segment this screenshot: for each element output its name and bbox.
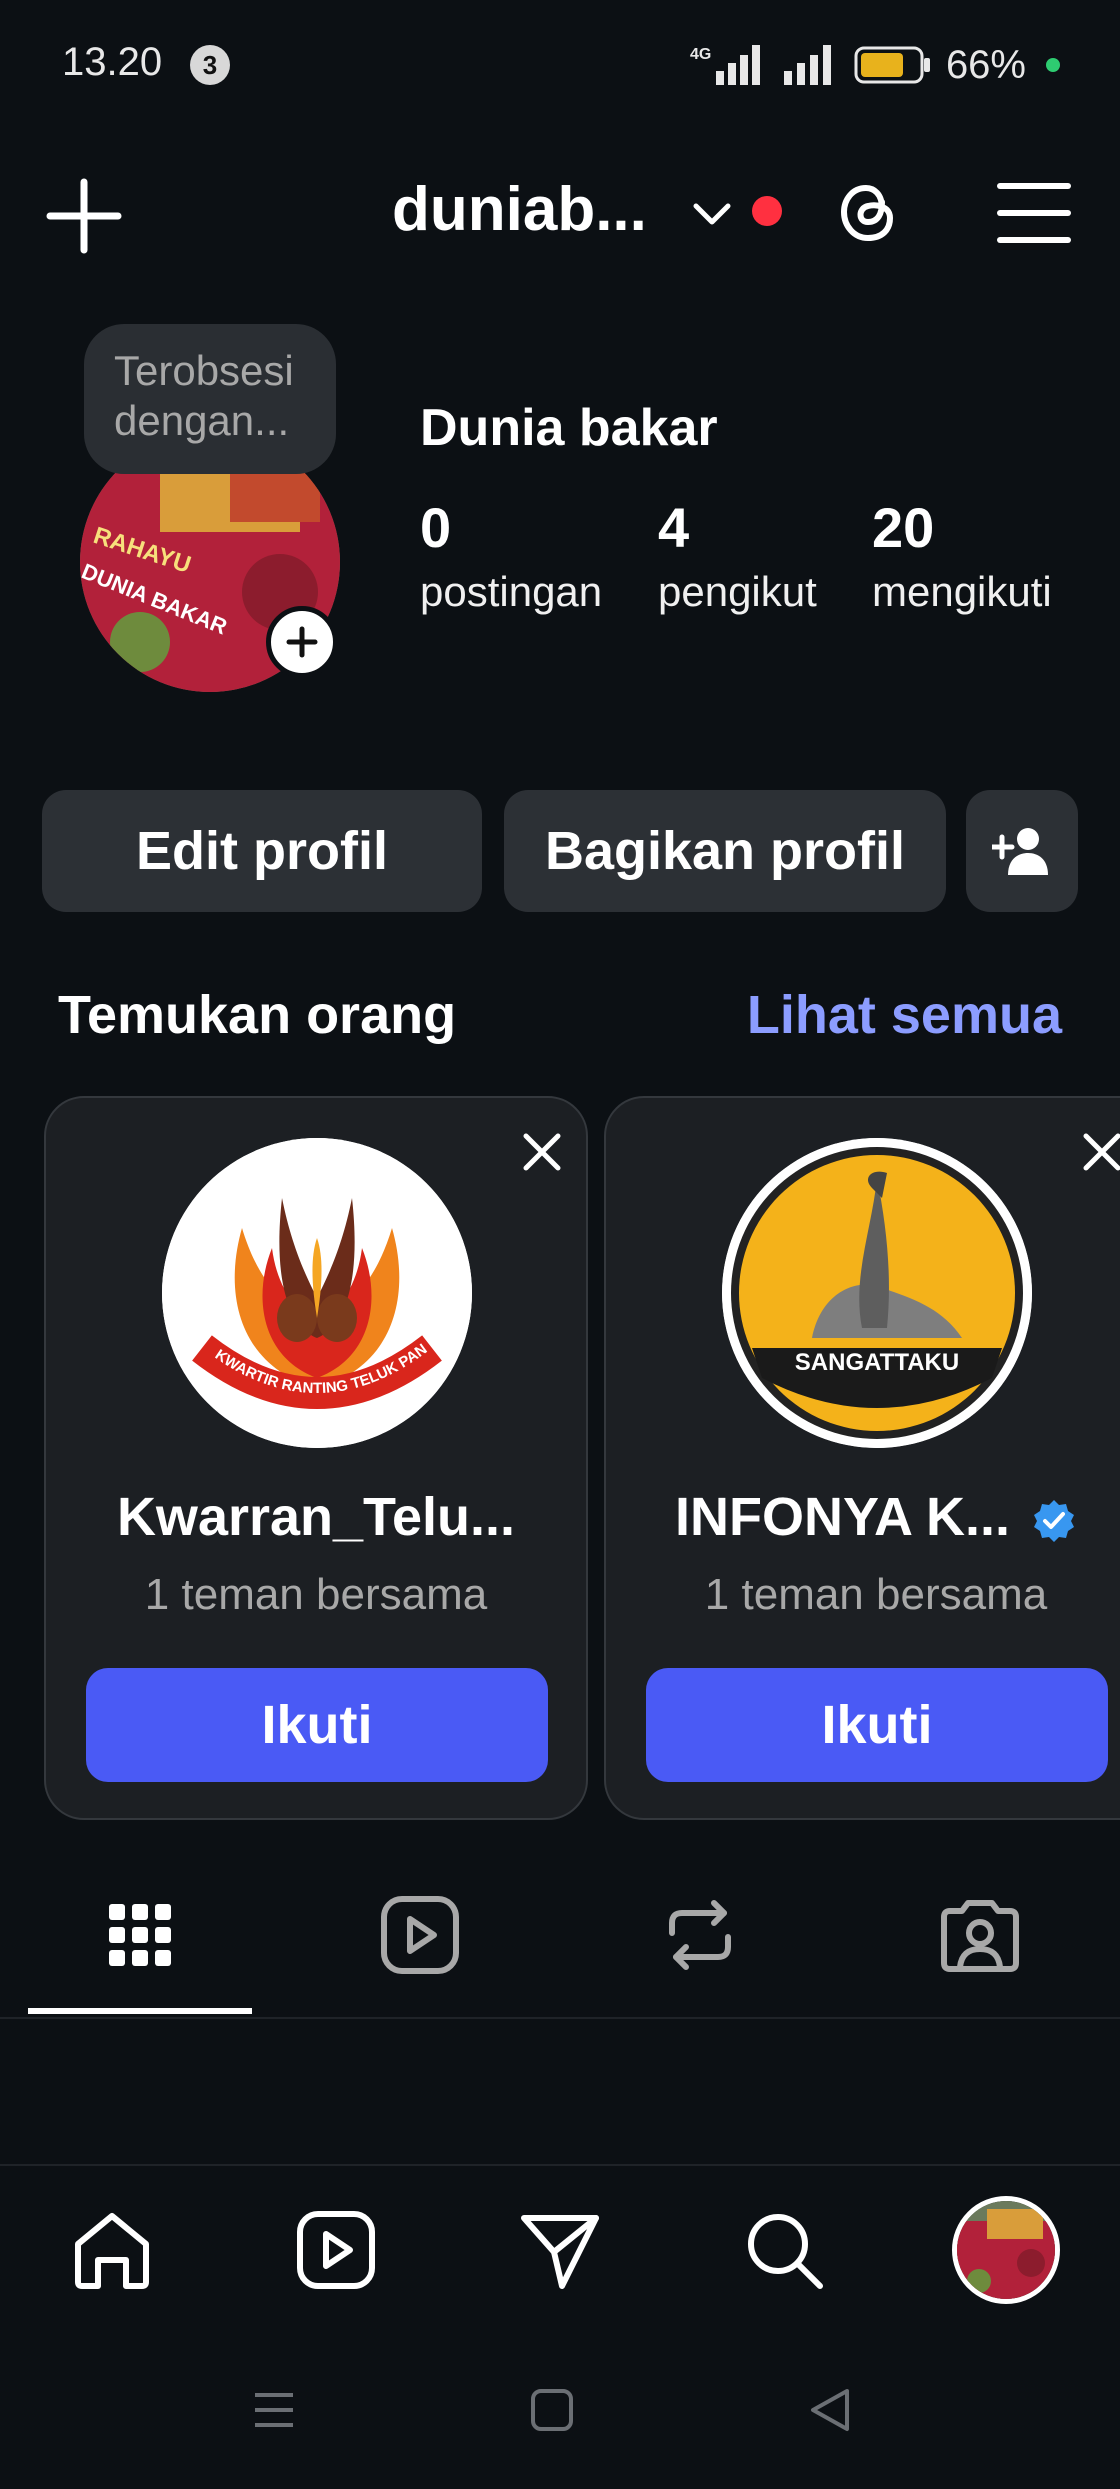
tab-reposts[interactable] — [640, 1880, 760, 1990]
avatar-image — [957, 2201, 1055, 2299]
discover-people-title: Temukan orang — [58, 985, 457, 1045]
battery-percent: 66% — [945, 42, 1026, 87]
profile-note-text: Terobsesi dengan... — [114, 347, 294, 444]
verified-badge-icon — [1034, 1499, 1075, 1542]
account-switcher-username[interactable]: duniab... — [392, 174, 647, 245]
nav-home[interactable] — [62, 2200, 162, 2300]
privacy-indicator-dot — [1046, 58, 1060, 72]
grid-icon — [109, 1904, 171, 1966]
stat-value: 4 — [658, 496, 690, 559]
suggestion-avatar[interactable]: KWARTIR RANTING TELUK PANDAN — [162, 1138, 472, 1448]
system-recents-button[interactable] — [244, 2380, 304, 2440]
plus-icon[interactable] — [44, 176, 124, 256]
status-indicators: 4G 66% — [688, 40, 1060, 90]
tagged-icon — [941, 1900, 1019, 1972]
recents-icon — [255, 2393, 293, 2427]
edit-profile-button[interactable]: Edit profil — [42, 790, 482, 912]
reels-icon — [381, 1896, 459, 1974]
suggestion-name[interactable]: INFONYA K... — [606, 1486, 1120, 1548]
suggestion-card[interactable]: KWARTIR RANTING TELUK PANDAN Kwarran_Tel… — [44, 1096, 588, 1820]
kwarran-logo-image: KWARTIR RANTING TELUK PANDAN — [162, 1138, 472, 1448]
svg-text:SANGATTAKU: SANGATTAKU — [795, 1349, 959, 1376]
add-story-button[interactable] — [266, 606, 338, 678]
active-tab-indicator — [28, 2008, 252, 2014]
send-icon — [521, 2215, 599, 2289]
top-nav: duniab... — [0, 150, 1120, 270]
stat-label: mengikuti — [872, 568, 1052, 615]
status-bar: 13.20 3 4G 66% — [0, 0, 1120, 130]
tab-tagged[interactable] — [920, 1880, 1040, 1990]
home-icon — [75, 2213, 149, 2289]
chevron-down-icon[interactable] — [690, 192, 734, 236]
stat-posts[interactable]: 0 postingan — [420, 496, 602, 620]
reels-icon — [297, 2211, 375, 2289]
nav-messages[interactable] — [510, 2200, 610, 2300]
add-person-icon — [992, 828, 1048, 875]
follow-button[interactable]: Ikuti — [646, 1668, 1108, 1782]
suggestion-name-text: INFONYA K... — [674, 1487, 1011, 1547]
unread-dot — [752, 196, 782, 226]
nav-profile-avatar[interactable] — [952, 2196, 1060, 2304]
close-icon[interactable] — [1076, 1126, 1120, 1178]
system-home-button[interactable] — [522, 2380, 582, 2440]
profile-display-name: Dunia bakar — [420, 399, 718, 457]
suggestion-card[interactable]: SANGATTAKU INFONYA K... 1 teman bersama … — [604, 1096, 1120, 1820]
tab-reels[interactable] — [360, 1880, 480, 1990]
suggestion-avatar[interactable]: SANGATTAKU — [722, 1138, 1032, 1448]
status-time: 13.20 — [62, 40, 163, 84]
battery-icon — [854, 46, 930, 84]
signal-icon — [783, 45, 831, 85]
see-all-link[interactable]: Lihat semua — [747, 984, 1062, 1046]
stat-followers[interactable]: 4 pengikut — [658, 496, 817, 620]
back-triangle-icon — [811, 2389, 849, 2431]
menu-icon[interactable] — [996, 180, 1072, 246]
stat-label: pengikut — [658, 568, 817, 615]
svg-text:4G: 4G — [690, 46, 711, 63]
close-icon[interactable] — [516, 1126, 568, 1178]
mutual-friends: 1 teman bersama — [144, 1570, 488, 1619]
tab-posts-grid[interactable] — [80, 1880, 200, 1990]
system-back-button[interactable] — [800, 2380, 860, 2440]
nav-search[interactable] — [734, 2200, 834, 2300]
tab-divider — [0, 2017, 1120, 2019]
nav-reels[interactable] — [286, 2200, 386, 2300]
bottom-nav-divider — [0, 2164, 1120, 2166]
notification-count-badge: 3 — [190, 45, 230, 85]
follow-button[interactable]: Ikuti — [86, 1668, 548, 1782]
repost-icon — [669, 1900, 731, 1970]
stat-label: postingan — [420, 568, 603, 615]
sangattaku-logo-image: SANGATTAKU — [722, 1138, 1032, 1448]
home-square-icon — [531, 2389, 573, 2431]
stat-value: 0 — [420, 496, 452, 559]
suggestion-name[interactable]: Kwarran_Telu... — [46, 1486, 586, 1548]
plus-icon — [286, 626, 318, 658]
search-icon — [748, 2214, 823, 2289]
stat-following[interactable]: 20 mengikuti — [872, 496, 1052, 620]
profile-note-bubble[interactable]: Terobsesi dengan... — [84, 324, 336, 474]
share-profile-button[interactable]: Bagikan profil — [504, 790, 946, 912]
network-4g-icon: 4G — [690, 45, 760, 85]
stat-value: 20 — [872, 496, 935, 559]
mutual-friends: 1 teman bersama — [704, 1570, 1048, 1619]
threads-icon[interactable] — [828, 172, 906, 252]
discover-people-button[interactable] — [966, 790, 1078, 912]
